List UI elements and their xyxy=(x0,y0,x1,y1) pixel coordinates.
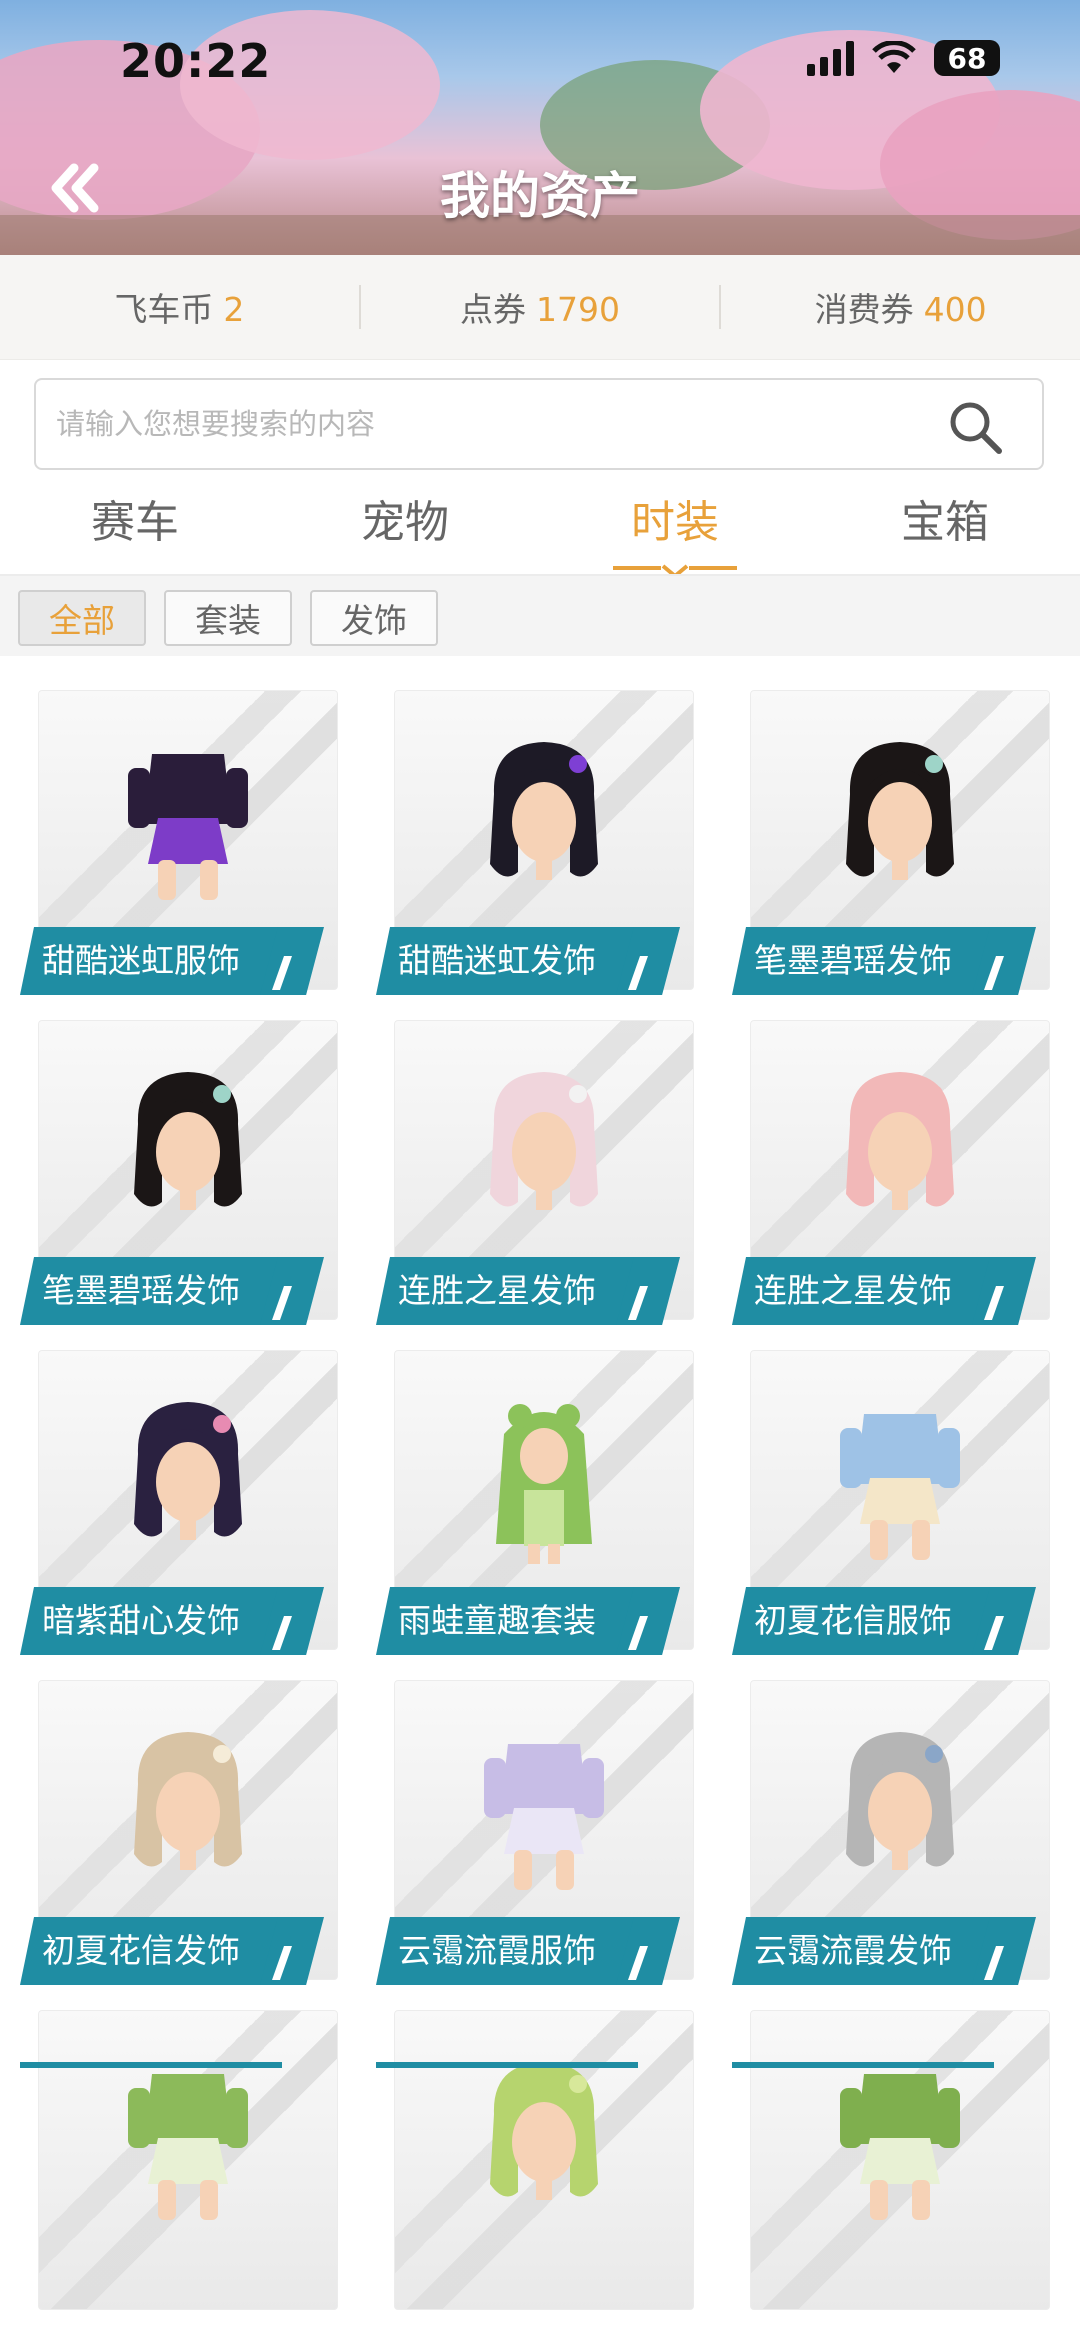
corner-mark-icon xyxy=(628,956,648,990)
item-thumbnail-icon xyxy=(484,1744,604,1890)
page-title: 我的资产 xyxy=(440,167,640,225)
item-name: 连胜之星发饰 xyxy=(376,1257,638,1325)
tab-chests[interactable]: 宝箱 xyxy=(810,482,1080,574)
filter-all[interactable]: 全部 xyxy=(18,590,146,646)
header-banner: 20:22 68 我的资产 xyxy=(0,0,1080,255)
item-name: 甜酷迷虹发饰 xyxy=(376,927,638,995)
fashion-item-card[interactable]: 初夏花信发饰 xyxy=(20,1680,338,1990)
fashion-item-card[interactable]: 甜酷迷虹服饰 xyxy=(20,690,338,1000)
battery-icon: 68 xyxy=(934,40,1000,76)
item-thumbnail-icon xyxy=(840,1414,960,1560)
corner-mark-icon xyxy=(272,1946,292,1980)
fashion-item-card[interactable]: 云霭流霞发饰 xyxy=(732,1680,1050,1990)
corner-mark-icon xyxy=(984,1946,1004,1980)
filter-suit[interactable]: 套装 xyxy=(164,590,292,646)
item-thumbnail-icon xyxy=(134,1402,242,1540)
corner-mark-icon xyxy=(272,1286,292,1320)
tab-fashion[interactable]: 时装 xyxy=(540,482,810,578)
fashion-item-card[interactable]: 暗紫甜心发饰 xyxy=(20,1350,338,1660)
item-thumbnail-icon xyxy=(128,2074,248,2220)
fashion-item-card[interactable]: 连胜之星发饰 xyxy=(732,1020,1050,1330)
status-time: 20:22 xyxy=(120,34,272,88)
status-icons: 68 xyxy=(807,40,1000,76)
item-name: 雨蛙童趣套装 xyxy=(376,1587,638,1655)
fashion-item-card[interactable]: 雨蛙童趣套装 xyxy=(376,1350,694,1660)
corner-mark-icon xyxy=(628,1946,648,1980)
category-tabs: 赛车 宠物 时装 宝箱 xyxy=(0,482,1080,578)
fashion-item-card[interactable]: 初夏花信服饰 xyxy=(732,1350,1050,1660)
item-thumbnail-icon xyxy=(846,742,954,880)
currency-value: 400 xyxy=(923,290,987,329)
item-name: 连胜之星发饰 xyxy=(732,1257,994,1325)
currency-value: 1790 xyxy=(536,290,620,329)
item-thumbnail-icon xyxy=(128,754,248,900)
item-thumbnail-icon xyxy=(846,1732,954,1870)
search-box xyxy=(34,378,1044,470)
filter-hair[interactable]: 发饰 xyxy=(310,590,438,646)
item-thumbnail-icon xyxy=(490,742,598,880)
corner-mark-icon xyxy=(628,1616,648,1650)
corner-mark-icon xyxy=(272,956,292,990)
currency-label: 飞车币 xyxy=(114,290,214,329)
search-input[interactable] xyxy=(56,380,936,468)
item-name: 笔墨碧瑶发饰 xyxy=(732,927,994,995)
item-thumbnail-icon xyxy=(840,2074,960,2220)
item-name: 云霭流霞发饰 xyxy=(732,1917,994,1985)
fashion-item-card[interactable]: 云霭流霞服饰 xyxy=(376,1680,694,1990)
item-thumbnail-icon xyxy=(490,2062,598,2200)
currency-label: 消费券 xyxy=(814,290,914,329)
item-name: 云霭流霞服饰 xyxy=(376,1917,638,1985)
item-label-strip xyxy=(20,2062,282,2068)
item-thumbnail-icon xyxy=(134,1072,242,1210)
item-name: 初夏花信服饰 xyxy=(732,1587,994,1655)
fashion-item-card[interactable] xyxy=(20,2010,338,2310)
currency-xiaofeiquan: 消费券 400 xyxy=(721,283,1080,331)
corner-mark-icon xyxy=(984,1616,1004,1650)
fashion-item-card[interactable]: 甜酷迷虹发饰 xyxy=(376,690,694,1000)
currency-value: 2 xyxy=(223,290,245,329)
corner-mark-icon xyxy=(984,1286,1004,1320)
fashion-item-card[interactable]: 连胜之星发饰 xyxy=(376,1020,694,1330)
item-name: 初夏花信发饰 xyxy=(20,1917,282,1985)
item-thumbnail-icon xyxy=(490,1072,598,1210)
currency-label: 点券 xyxy=(460,290,527,329)
currency-feichebi: 飞车币 2 xyxy=(0,283,359,331)
item-thumbnail-icon xyxy=(134,1732,242,1870)
currency-bar: 飞车币 2 点券 1790 消费券 400 xyxy=(0,255,1080,360)
search-icon[interactable] xyxy=(946,398,1004,456)
item-name: 笔墨碧瑶发饰 xyxy=(20,1257,282,1325)
tab-pets[interactable]: 宠物 xyxy=(270,482,540,574)
tab-label: 时装 xyxy=(631,497,719,548)
corner-mark-icon xyxy=(984,956,1004,990)
currency-dianquan: 点券 1790 xyxy=(361,283,720,331)
tab-cars[interactable]: 赛车 xyxy=(0,482,270,574)
fashion-item-card[interactable]: 笔墨碧瑶发饰 xyxy=(20,1020,338,1330)
fashion-item-card[interactable] xyxy=(376,2010,694,2310)
item-thumbnail-icon xyxy=(496,1404,592,1564)
corner-mark-icon xyxy=(628,1286,648,1320)
item-thumbnail-icon xyxy=(846,1072,954,1210)
corner-mark-icon xyxy=(272,1616,292,1650)
fashion-item-card[interactable]: 笔墨碧瑶发饰 xyxy=(732,690,1050,1000)
filter-chips: 全部 套装 发饰 xyxy=(0,576,1080,656)
item-name: 暗紫甜心发饰 xyxy=(20,1587,282,1655)
item-label-strip xyxy=(732,2062,994,2068)
item-label-strip xyxy=(376,2062,638,2068)
signal-icon xyxy=(807,40,854,76)
fashion-item-card[interactable] xyxy=(732,2010,1050,2310)
item-name: 甜酷迷虹服饰 xyxy=(20,927,282,995)
wifi-icon xyxy=(872,41,916,73)
